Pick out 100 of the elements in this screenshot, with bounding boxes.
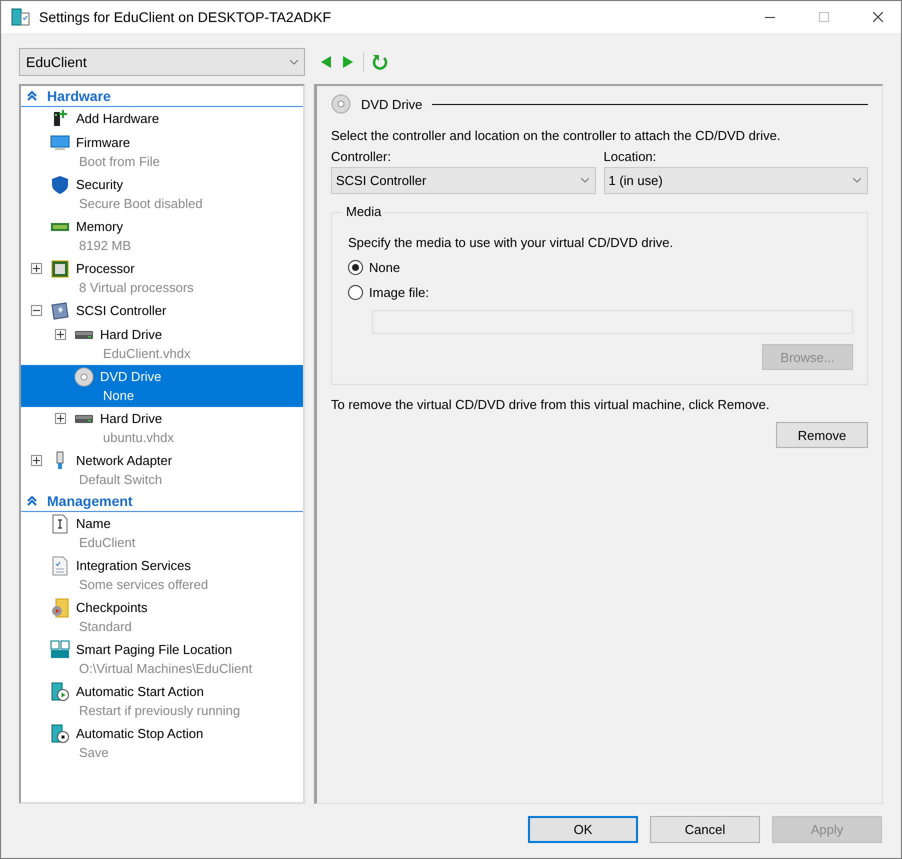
tree-item[interactable]: Network Adapter Default Switch xyxy=(21,449,303,491)
radio-option[interactable]: None xyxy=(348,260,853,275)
item-label: DVD Drive xyxy=(100,368,162,386)
collapse-button[interactable] xyxy=(31,305,42,316)
tree-item[interactable]: Security Secure Boot disabled xyxy=(21,173,303,215)
item-label: Firmware xyxy=(76,134,132,152)
server-stop-icon xyxy=(50,724,70,744)
folder-clock-icon xyxy=(50,598,70,618)
server-play-icon xyxy=(50,682,70,702)
pane-title: DVD Drive xyxy=(361,96,422,112)
hard-drive-icon xyxy=(74,330,94,340)
item-detail: EduClient xyxy=(78,534,136,552)
expand-button[interactable] xyxy=(55,413,66,424)
tree-item[interactable]: Memory 8192 MB xyxy=(21,215,303,257)
tree-item[interactable]: SCSI Controller xyxy=(21,299,303,323)
tree-item[interactable]: Automatic Start Action Restart if previously running xyxy=(21,680,303,722)
tree-item[interactable]: Hard Drive ubuntu.vhdx xyxy=(21,407,303,449)
item-label: Security xyxy=(76,176,124,194)
item-detail: Restart if previously running xyxy=(78,702,240,720)
section-header[interactable]: Management xyxy=(21,491,303,512)
tree-item[interactable]: Add Hardware xyxy=(21,107,303,131)
item-label: Smart Paging File Location xyxy=(76,641,234,659)
disc-icon xyxy=(74,367,94,387)
expand-button[interactable] xyxy=(55,329,66,340)
checklist-document-icon xyxy=(50,556,70,576)
tree-item[interactable]: DVD Drive None xyxy=(21,365,303,407)
item-detail: Save xyxy=(78,744,110,762)
tree-item[interactable]: Smart Paging File Location O:\Virtual Machines\EduClient xyxy=(21,638,303,680)
back-arrow-icon[interactable] xyxy=(319,55,333,69)
plus-icon xyxy=(57,415,64,422)
hard-drive-icon xyxy=(74,414,94,424)
paging-icon xyxy=(50,640,70,660)
document-icon xyxy=(50,514,70,534)
tree-item[interactable]: Hard Drive EduClient.vhdx xyxy=(21,323,303,365)
location-dropdown[interactable]: 1 (in use) xyxy=(604,167,868,194)
item-label: Automatic Start Action xyxy=(76,683,205,701)
item-label: Hard Drive xyxy=(100,326,164,344)
dialog-button[interactable]: Cancel xyxy=(650,816,760,843)
refresh-icon[interactable] xyxy=(372,54,388,70)
item-detail: Some services offered xyxy=(78,576,208,594)
radio-option[interactable]: Image file: xyxy=(348,285,853,300)
description-text: Select the controller and location on the controller to attach the CD/DVD drive. xyxy=(331,128,782,143)
section-header[interactable]: Hardware xyxy=(21,86,303,107)
disc-icon xyxy=(331,94,351,114)
remove-note: To remove the virtual CD/DVD drive from this virtual machine, click Remove. xyxy=(331,397,771,412)
item-label: Automatic Stop Action xyxy=(76,725,204,743)
item-label: Integration Services xyxy=(76,557,192,575)
item-detail: O:\Virtual Machines\EduClient xyxy=(78,660,252,678)
radio-button[interactable] xyxy=(348,260,363,275)
tree-item[interactable]: Name EduClient xyxy=(21,512,303,554)
settings-window-icon xyxy=(11,7,31,27)
field-label: Location: xyxy=(604,149,658,164)
minimize-icon[interactable] xyxy=(765,16,775,18)
minus-icon xyxy=(33,310,40,311)
double-chevron-up-icon xyxy=(27,91,37,101)
media-description: Specify the media to use with your virtual CD/DVD drive. xyxy=(348,235,674,250)
radio-button[interactable] xyxy=(348,285,363,300)
section-title: Management xyxy=(47,493,133,509)
controller-card-icon xyxy=(50,301,70,321)
field-label: Controller: xyxy=(331,149,392,164)
chevron-down-icon xyxy=(580,178,588,183)
forward-arrow-icon[interactable] xyxy=(341,55,355,69)
item-label: Memory xyxy=(76,218,124,236)
item-label: SCSI Controller xyxy=(76,302,166,320)
window-title: Settings for EduClient on DESKTOP-TA2ADKF xyxy=(39,9,332,25)
tree-item[interactable]: Checkpoints Standard xyxy=(21,596,303,638)
plus-icon xyxy=(33,265,40,272)
radio-label: Image file: xyxy=(369,285,429,300)
item-detail: 8 Virtual processors xyxy=(78,279,194,297)
item-detail: Boot from File xyxy=(78,153,160,171)
close-icon[interactable] xyxy=(873,12,883,22)
monitor-icon xyxy=(50,133,70,153)
item-detail: Standard xyxy=(78,618,133,636)
item-label: Processor xyxy=(76,260,136,278)
tree-item[interactable]: Processor 8 Virtual processors xyxy=(21,257,303,299)
shield-icon xyxy=(50,175,70,195)
item-detail: Secure Boot disabled xyxy=(78,195,203,213)
double-chevron-up-icon xyxy=(27,496,37,506)
vm-dropdown[interactable]: EduClient xyxy=(19,48,305,76)
plus-icon xyxy=(57,331,64,338)
item-detail: Default Switch xyxy=(78,471,164,489)
item-label: Network Adapter xyxy=(76,452,172,470)
expand-button[interactable] xyxy=(31,455,42,466)
item-label: Add Hardware xyxy=(76,110,160,128)
item-label: Hard Drive xyxy=(100,410,164,428)
controller-dropdown[interactable]: SCSI Controller xyxy=(331,167,596,194)
tree-item[interactable]: Automatic Stop Action Save xyxy=(21,722,303,764)
expand-button[interactable] xyxy=(31,263,42,274)
tree-item[interactable]: Firmware Boot from File xyxy=(21,131,303,173)
radio-label: None xyxy=(369,260,400,275)
remove-button[interactable]: Remove xyxy=(776,422,868,448)
tree-item[interactable]: Integration Services Some services offered xyxy=(21,554,303,596)
plus-icon xyxy=(33,457,40,464)
item-detail: 8192 MB xyxy=(78,237,132,255)
chevron-down-icon xyxy=(853,178,861,183)
item-detail: None xyxy=(102,387,136,405)
dialog-button[interactable]: OK xyxy=(528,816,638,843)
group-title: Media xyxy=(342,204,386,219)
item-label: Checkpoints xyxy=(76,599,148,617)
item-detail: EduClient.vhdx xyxy=(102,345,190,363)
